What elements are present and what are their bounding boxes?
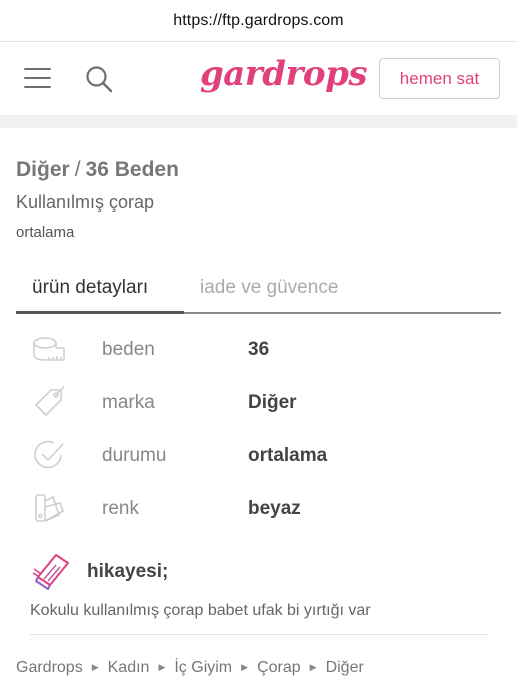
story-text: Kokulu kullanılmış çorap babet ufak bi y… (30, 602, 371, 619)
site-header: gardrops hemen sat (0, 42, 517, 114)
browser-url-bar[interactable]: https://ftp.gardrops.com (0, 0, 517, 42)
tab-bar: ürün detayları iade ve güvence (16, 264, 501, 314)
breadcrumb-item-diger[interactable]: Diğer (326, 659, 364, 676)
attribute-label: marka (102, 392, 155, 413)
attribute-value: ortalama (248, 445, 328, 466)
divider-band (0, 115, 517, 128)
product-name: Kullanılmış çorap (16, 192, 155, 212)
product-condition: ortalama (16, 224, 75, 241)
product-brand: Diğer (16, 158, 70, 181)
breadcrumb: Gardrops ▶ Kadın ▶ İç Giyim ▶ Çorap ▶ Diğer (16, 659, 364, 677)
price-tag-icon (32, 385, 66, 419)
product-title: Diğer/36 Beden (16, 158, 179, 182)
breadcrumb-item-kadin[interactable]: Kadın (108, 659, 150, 676)
attribute-value: Diğer (248, 392, 297, 413)
title-separator: / (74, 158, 81, 181)
breadcrumb-arrow-icon: ▶ (309, 662, 317, 672)
attribute-row-condition: durumu ortalama (0, 436, 517, 476)
breadcrumb-item-gardrops[interactable]: Gardrops (16, 659, 83, 676)
gardrops-logo[interactable]: gardrops (200, 54, 368, 94)
attribute-value: beyaz (248, 498, 301, 519)
breadcrumb-arrow-icon: ▶ (241, 662, 249, 672)
url-text: https://ftp.gardrops.com (173, 12, 344, 29)
breadcrumb-arrow-icon: ▶ (158, 662, 166, 672)
attribute-row-color: renk beyaz (0, 489, 517, 529)
tab-product-details[interactable]: ürün detayları (16, 264, 184, 314)
tape-measure-icon (32, 332, 66, 366)
search-icon[interactable] (84, 64, 114, 94)
product-size-title: 36 Beden (85, 158, 179, 181)
story-title: hikayesi; (87, 561, 169, 582)
check-circle-icon (32, 438, 66, 472)
attribute-row-brand: marka Diğer (0, 383, 517, 423)
breadcrumb-item-corap[interactable]: Çorap (257, 659, 301, 676)
attribute-value: 36 (248, 339, 270, 360)
breadcrumb-arrow-icon: ▶ (91, 662, 99, 672)
attribute-label: renk (102, 498, 139, 519)
attribute-row-size: beden 36 (0, 330, 517, 370)
breadcrumb-item-ic-giyim[interactable]: İç Giyim (174, 659, 232, 676)
attribute-label: beden (102, 339, 155, 360)
color-swatch-icon (32, 491, 66, 525)
story-divider (30, 634, 488, 635)
book-icon (30, 549, 72, 591)
sell-now-button[interactable]: hemen sat (379, 58, 500, 99)
menu-icon[interactable] (24, 68, 51, 88)
attribute-label: durumu (102, 445, 167, 466)
tab-return-guarantee[interactable]: iade ve güvence (200, 264, 338, 312)
